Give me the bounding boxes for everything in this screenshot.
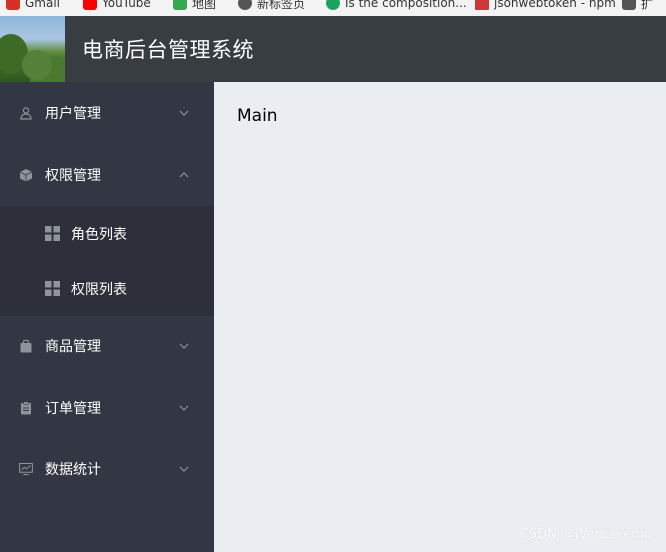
- chevron-down-icon: [178, 107, 190, 119]
- app-window: Gmail YouTube 地图 新标签页 Is the composition…: [0, 0, 666, 552]
- user-icon: [19, 106, 33, 120]
- maps-icon: [173, 0, 187, 10]
- bookmark-label: 地图: [192, 0, 217, 11]
- menu-item-label: 商品管理: [45, 339, 101, 355]
- bookmark-label: Gmail: [25, 0, 61, 10]
- bookmark-npm[interactable]: jsonwebtoken - npm: [475, 0, 616, 12]
- submenu-permissions: 角色列表 权限列表: [0, 206, 214, 316]
- menu-item-permissions[interactable]: 权限管理: [0, 147, 214, 203]
- bookmarks-bar: Gmail YouTube 地图 新标签页 Is the composition…: [0, 0, 666, 16]
- bookmark-label: 扩: [641, 0, 654, 11]
- watermark: CSDN @¡Venceremo: [519, 527, 652, 542]
- bookmark-new-tab[interactable]: 新标签页: [238, 0, 305, 12]
- main-content: Main CSDN @¡Venceremo: [214, 82, 666, 552]
- bookmark-label: YouTube: [102, 0, 151, 10]
- bookmark-more[interactable]: 扩: [622, 0, 653, 12]
- bookmark-site[interactable]: Is the composition...: [326, 0, 467, 12]
- menu-item-label: 权限管理: [45, 168, 101, 184]
- bookmark-label: Is the composition...: [345, 0, 467, 10]
- menu-item-label: 用户管理: [45, 106, 101, 122]
- app-header: 电商后台管理系统: [0, 16, 666, 82]
- grid-icon: [45, 281, 60, 296]
- npm-icon: [475, 0, 489, 10]
- submenu-item-roles[interactable]: 角色列表: [0, 206, 214, 261]
- menu-item-statistics[interactable]: 数据统计: [0, 441, 214, 497]
- site-icon: [326, 0, 340, 10]
- bookmark-gmail[interactable]: Gmail: [6, 0, 60, 12]
- bookmark-label: 新标签页: [257, 0, 306, 11]
- menu-item-label: 数据统计: [45, 462, 101, 478]
- globe-icon: [238, 0, 252, 10]
- chevron-down-icon: [178, 463, 190, 475]
- box-icon: [19, 168, 33, 182]
- bookmark-maps[interactable]: 地图: [173, 0, 216, 12]
- logo-image: [0, 16, 65, 82]
- chevron-down-icon: [178, 340, 190, 352]
- menu-item-label: 订单管理: [45, 401, 101, 417]
- submenu-item-rights[interactable]: 权限列表: [0, 261, 214, 316]
- menu-item-orders[interactable]: 订单管理: [0, 380, 214, 436]
- chart-icon: [19, 462, 33, 476]
- bag-icon: [19, 339, 33, 353]
- site-title: 电商后台管理系统: [82, 38, 254, 62]
- bookmark-youtube[interactable]: YouTube: [83, 0, 151, 12]
- menu-item-users[interactable]: 用户管理: [0, 85, 214, 141]
- bookmark-label: jsonwebtoken - npm: [494, 0, 616, 10]
- submenu-item-label: 角色列表: [71, 226, 127, 243]
- main-text: Main: [237, 106, 278, 126]
- menu-item-goods[interactable]: 商品管理: [0, 318, 214, 374]
- chevron-up-icon: [178, 169, 190, 181]
- submenu-item-label: 权限列表: [71, 281, 127, 298]
- clipboard-icon: [19, 401, 33, 415]
- home-icon: [622, 0, 636, 10]
- gmail-icon: [6, 0, 20, 10]
- chevron-down-icon: [178, 402, 190, 414]
- grid-icon: [45, 226, 60, 241]
- sidebar: 用户管理 权限管理 角色列表 权限列表 商品管理 订单管理 数据统计: [0, 82, 214, 552]
- youtube-icon: [83, 0, 97, 10]
